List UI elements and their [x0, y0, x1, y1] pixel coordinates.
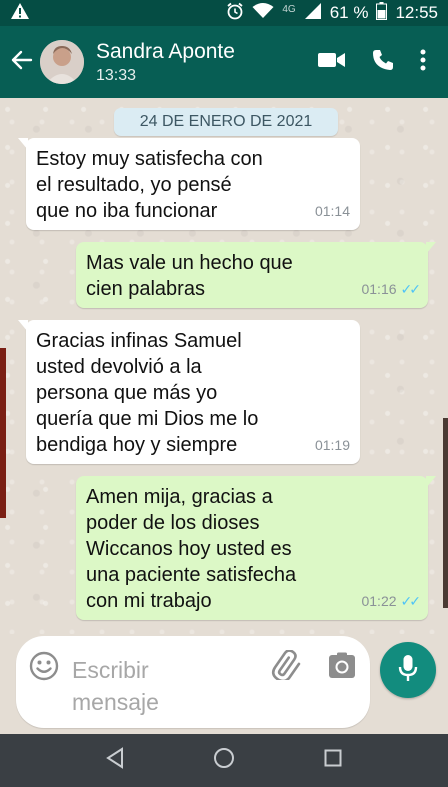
message-incoming[interactable]: Estoy muy satisfecha con el resultado, y…: [18, 138, 360, 230]
network-type: 4G: [282, 3, 296, 15]
message-time: 01:19: [314, 437, 350, 453]
battery-icon: [376, 1, 388, 25]
voice-call-button[interactable]: [372, 49, 394, 76]
message-text: Gracias infinas Samuel usted devolvió a …: [36, 330, 259, 456]
message-time: 01:16: [361, 281, 397, 297]
contact-avatar[interactable]: [40, 40, 84, 84]
attach-button[interactable]: [270, 649, 304, 685]
read-ticks-icon: ✓✓: [400, 281, 422, 297]
last-seen: 13:33: [96, 67, 137, 84]
alarm-icon: [226, 2, 244, 25]
message-input[interactable]: Escribir mensaje: [72, 654, 252, 718]
emoji-icon: [28, 651, 60, 686]
phone-icon: [372, 49, 394, 76]
back-button[interactable]: [4, 26, 40, 98]
read-ticks-icon: ✓✓: [400, 593, 422, 609]
nav-recents-icon: [324, 749, 342, 772]
more-vert-icon: [420, 49, 426, 76]
message-input-box[interactable]: Escribir mensaje: [16, 636, 370, 728]
message-incoming[interactable]: Gracias infinas Samuel usted devolvió a …: [18, 320, 360, 464]
message-time: 01:14: [314, 203, 350, 219]
clock: 12:55: [395, 3, 438, 22]
system-nav-bar: [0, 734, 448, 787]
nav-recents-button[interactable]: [313, 741, 353, 781]
message-text: Estoy muy satisfecha con el resultado, y…: [36, 148, 263, 222]
signal-icon: [304, 2, 322, 24]
chat-header: Sandra Aponte 13:33: [0, 26, 448, 98]
contact-name: Sandra Aponte: [96, 40, 235, 63]
video-call-icon: [318, 51, 346, 74]
message-outgoing[interactable]: Amen mija, gracias a poder de los dioses…: [76, 476, 436, 620]
emoji-button[interactable]: [28, 650, 60, 687]
battery-level: 61 %: [329, 3, 369, 22]
voice-message-button[interactable]: [380, 642, 436, 698]
message-time: 01:22: [361, 593, 397, 609]
back-arrow-icon: [11, 50, 33, 75]
nav-back-icon: [105, 747, 125, 774]
warning-icon: [10, 2, 30, 25]
video-call-button[interactable]: [318, 51, 346, 74]
date-separator: 24 DE ENERO DE 2021: [114, 108, 338, 136]
nav-home-icon: [213, 747, 235, 774]
nav-back-button[interactable]: [95, 741, 135, 781]
more-options-button[interactable]: [420, 49, 426, 76]
composer: Escribir mensaje: [0, 634, 448, 734]
attach-icon: [270, 649, 304, 684]
nav-home-button[interactable]: [204, 741, 244, 781]
wifi-icon: [252, 2, 274, 24]
camera-icon: [328, 652, 356, 684]
mic-icon: [398, 654, 418, 687]
status-bar: 4G 61 % 12:55: [0, 0, 448, 26]
contact-info[interactable]: Sandra Aponte 13:33: [96, 39, 318, 85]
message-outgoing[interactable]: Mas vale un hecho que cien palabras 01:1…: [76, 242, 436, 308]
camera-button[interactable]: [328, 652, 356, 685]
